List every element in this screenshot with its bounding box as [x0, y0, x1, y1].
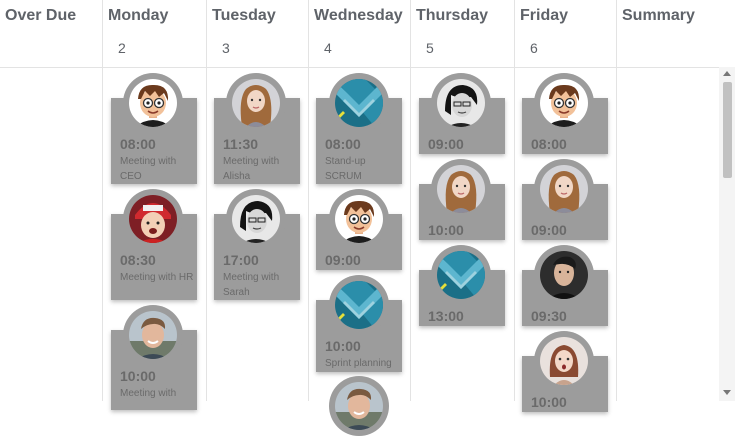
column-header-summary[interactable]: Summary	[616, 0, 735, 67]
column-title: Wednesday	[314, 7, 403, 24]
column-header-friday[interactable]: Friday 6	[514, 0, 617, 67]
cartoon-boy-avatar	[123, 73, 183, 133]
event-description: Meeting with Sarah	[223, 272, 280, 298]
event-time: 10:00	[531, 394, 567, 410]
event-description: Meeting with	[120, 388, 177, 399]
day-number: 4	[324, 40, 332, 56]
event-time: 08:00	[120, 136, 156, 152]
cartoon-boy-avatar	[534, 73, 594, 133]
event-time: 17:00	[223, 252, 259, 268]
column-header-thursday[interactable]: Thursday 5	[410, 0, 514, 67]
day-number: 5	[426, 40, 434, 56]
column-title: Monday	[108, 7, 169, 24]
vertical-scrollbar[interactable]	[719, 67, 735, 401]
day-number: 6	[530, 40, 538, 56]
event-time: 09:00	[531, 222, 567, 238]
woman-curly-hair-avatar	[534, 159, 594, 219]
event-time: 09:00	[428, 136, 464, 152]
event-time: 08:00	[531, 136, 567, 152]
column-divider	[410, 67, 411, 401]
event-time: 09:00	[325, 252, 361, 268]
column-title: Friday	[520, 7, 569, 24]
event-time: 13:00	[428, 308, 464, 324]
event-description: Meeting with CEO	[120, 156, 177, 182]
woman-curly-hair-avatar	[431, 159, 491, 219]
column-divider	[206, 67, 207, 401]
young-man-avatar	[123, 305, 183, 365]
column-header-wednesday[interactable]: Wednesday 4	[308, 0, 411, 67]
young-man-dark-avatar	[534, 245, 594, 305]
event-time: 11:30	[223, 136, 259, 152]
scrollbar-thumb[interactable]	[723, 82, 732, 178]
column-divider	[514, 67, 515, 401]
event-time: 10:00	[428, 222, 464, 238]
event-description: Stand-up SCRUM	[325, 156, 366, 182]
woman-bw-glasses-avatar	[226, 189, 286, 249]
woman-curly-hair-avatar	[226, 73, 286, 133]
blue-logo-avatar	[431, 245, 491, 305]
column-header-tuesday[interactable]: Tuesday 3	[206, 0, 309, 67]
event-time: 08:00	[325, 136, 361, 152]
blue-logo-avatar	[329, 73, 389, 133]
scroll-down-arrow-icon[interactable]	[723, 390, 731, 395]
column-divider	[616, 67, 617, 401]
event-description: Meeting with HR	[120, 272, 194, 283]
column-header-monday[interactable]: Monday 2	[102, 0, 206, 67]
column-title: Summary	[622, 7, 695, 24]
column-divider	[308, 67, 309, 401]
cartoon-boy-avatar	[329, 189, 389, 249]
person-avatar	[329, 376, 389, 436]
event-time: 09:30	[531, 308, 567, 324]
column-title: Over Due	[5, 7, 77, 24]
scroll-up-arrow-icon[interactable]	[723, 71, 731, 76]
column-title: Tuesday	[212, 7, 276, 24]
event-time: 10:00	[120, 368, 156, 384]
event-description: Meeting with Alisha	[223, 156, 280, 182]
column-title: Thursday	[416, 7, 489, 24]
event-description: Sprint planning	[325, 358, 392, 369]
woman-surprised-avatar	[534, 331, 594, 391]
column-divider	[102, 67, 103, 401]
woman-bw-glasses-avatar	[431, 73, 491, 133]
day-number: 2	[118, 40, 126, 56]
week-header: Over Due Monday 2 Tuesday 3 Wednesday 4 …	[0, 0, 735, 68]
event-time: 08:30	[120, 252, 156, 268]
event-time: 10:00	[325, 338, 361, 354]
column-header-overdue[interactable]: Over Due	[0, 0, 103, 67]
woman-red-hat-avatar	[123, 189, 183, 249]
blue-logo-avatar	[329, 275, 389, 335]
day-number: 3	[222, 40, 230, 56]
